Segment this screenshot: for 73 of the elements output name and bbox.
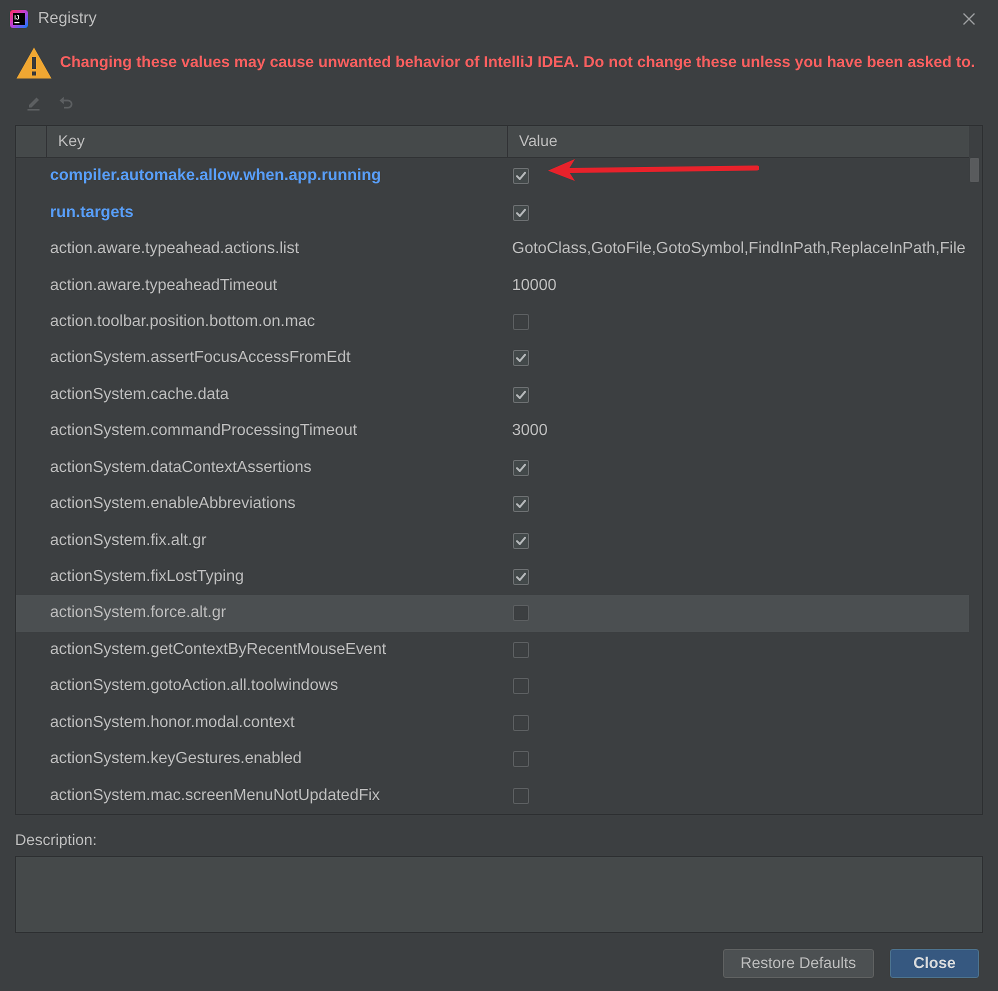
key-cell: action.aware.typeahead.actions.list bbox=[50, 240, 300, 258]
checkbox[interactable] bbox=[513, 168, 529, 184]
checkmark-icon bbox=[516, 536, 526, 545]
table-row[interactable]: run.targets bbox=[16, 194, 969, 231]
checkbox[interactable] bbox=[513, 386, 529, 403]
key-cell: action.toolbar.position.bottom.on.mac bbox=[50, 312, 316, 331]
checkbox[interactable] bbox=[513, 350, 529, 366]
checkmark-icon bbox=[516, 500, 526, 508]
description-label: Description: bbox=[15, 833, 98, 849]
value-cell: 10000 bbox=[512, 276, 556, 295]
key-cell: actionSystem.force.alt.gr bbox=[50, 604, 226, 622]
checkmark-icon bbox=[516, 172, 526, 180]
checkbox[interactable] bbox=[513, 788, 529, 804]
table-row[interactable]: actionSystem.force.alt.gr bbox=[16, 595, 969, 632]
table-row[interactable]: actionSystem.enableAbbreviations bbox=[16, 486, 969, 522]
value-cell: GotoClass,GotoFile,GotoSymbol,FindInPath,ReplaceInPath,File bbox=[512, 240, 966, 258]
table-row[interactable]: actionSystem.dataContextAssertions bbox=[16, 450, 969, 486]
scrollbar-thumb[interactable] bbox=[970, 158, 979, 182]
window-title: Registry bbox=[38, 10, 98, 28]
checkbox[interactable] bbox=[513, 678, 529, 694]
close-icon[interactable] bbox=[963, 12, 975, 24]
checkbox[interactable] bbox=[513, 569, 529, 586]
table-row[interactable]: actionSystem.keyGestures.enabled bbox=[16, 741, 969, 778]
primary-button[interactable]: Close bbox=[890, 949, 979, 978]
table-row[interactable]: action.aware.typeahead.actions.list GotoClass,GotoFile,GotoSymbol,FindInPath,ReplaceInPath,File bbox=[16, 230, 969, 268]
key-cell: actionSystem.assertFocusAccessFromEdt bbox=[50, 349, 351, 368]
checkbox[interactable] bbox=[513, 314, 529, 330]
table-row[interactable]: actionSystem.assertFocusAccessFromEdt bbox=[16, 340, 969, 377]
table-row[interactable]: action.aware.typeaheadTimeout 10000 bbox=[16, 267, 969, 304]
checkmark-icon bbox=[516, 390, 526, 399]
key-cell: actionSystem.enableAbbreviations bbox=[50, 495, 296, 514]
checkbox[interactable] bbox=[513, 714, 529, 731]
warning-message: Changing these values may cause unwanted behavior of IntelliJ IDEA. Do not change these unless you have been asked to. bbox=[60, 54, 976, 72]
table-row[interactable]: action.toolbar.position.bottom.on.mac bbox=[16, 304, 969, 340]
checkbox[interactable] bbox=[513, 532, 529, 549]
key-cell: actionSystem.fixLostTyping bbox=[50, 568, 244, 586]
table-row[interactable]: actionSystem.honor.modal.context bbox=[16, 704, 969, 741]
table-row[interactable]: actionSystem.mac.screenMenuNotUpdatedFix bbox=[16, 777, 969, 814]
checkbox[interactable] bbox=[513, 751, 529, 768]
checkmark-icon bbox=[516, 464, 526, 472]
table-row[interactable]: actionSystem.gotoAction.all.toolwindows bbox=[16, 668, 969, 705]
key-cell: action.aware.typeaheadTimeout bbox=[50, 276, 278, 295]
checkmark-icon bbox=[516, 354, 526, 362]
key-cell: compiler.automake.allow.when.app.running bbox=[50, 167, 382, 186]
table-row[interactable]: actionSystem.commandProcessingTimeout 3000 bbox=[16, 413, 969, 450]
column-header: Value bbox=[507, 126, 969, 157]
checkbox[interactable] bbox=[513, 605, 529, 622]
key-cell: actionSystem.gotoAction.all.toolwindows bbox=[50, 677, 338, 696]
key-cell: actionSystem.commandProcessingTimeout bbox=[50, 422, 358, 440]
checkmark-icon bbox=[516, 573, 526, 582]
key-cell: actionSystem.getContextByRecentMouseEvent bbox=[50, 640, 386, 659]
table-row[interactable]: compiler.automake.allow.when.app.running bbox=[16, 158, 969, 194]
warning-icon bbox=[16, 47, 52, 79]
checkbox[interactable] bbox=[513, 642, 529, 658]
key-cell: run.targets bbox=[50, 204, 134, 222]
checkbox[interactable] bbox=[513, 496, 529, 512]
table-row[interactable]: actionSystem.cache.data bbox=[16, 376, 969, 414]
secondary-button[interactable]: Restore Defaults bbox=[722, 949, 874, 978]
key-cell: actionSystem.dataContextAssertions bbox=[50, 458, 312, 477]
table-row[interactable]: actionSystem.fixLostTyping bbox=[16, 558, 969, 596]
description-field[interactable] bbox=[15, 856, 983, 933]
key-cell: actionSystem.cache.data bbox=[50, 386, 229, 404]
key-cell: actionSystem.keyGestures.enabled bbox=[50, 750, 302, 768]
key-cell: actionSystem.honor.modal.context bbox=[50, 714, 295, 732]
key-cell: actionSystem.fix.alt.gr bbox=[50, 532, 206, 550]
value-cell: 3000 bbox=[512, 422, 548, 440]
checkmark-icon bbox=[516, 208, 526, 217]
column-header: Key bbox=[46, 126, 507, 157]
table-row[interactable]: actionSystem.getContextByRecentMouseEvent bbox=[16, 632, 969, 668]
checkbox[interactable] bbox=[513, 460, 529, 476]
table-row[interactable]: actionSystem.fix.alt.gr bbox=[16, 522, 969, 559]
key-cell: actionSystem.mac.screenMenuNotUpdatedFix bbox=[50, 786, 380, 805]
checkbox[interactable] bbox=[513, 204, 529, 221]
